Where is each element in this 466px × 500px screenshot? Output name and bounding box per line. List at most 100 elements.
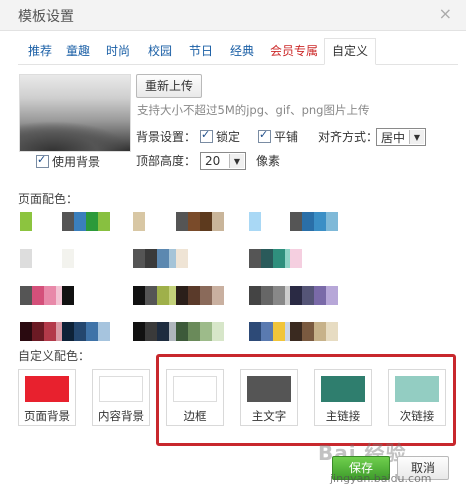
color-swatch <box>350 322 362 341</box>
color-swatch <box>200 286 212 305</box>
color-swatch <box>236 322 248 341</box>
color-swatch <box>249 212 261 231</box>
color-swatch <box>133 212 145 231</box>
color-palette-option[interactable] <box>290 212 362 231</box>
color-swatch <box>273 249 285 268</box>
tab-member[interactable]: 会员专属 <box>270 42 318 59</box>
color-swatch <box>62 212 74 231</box>
color-swatch <box>20 286 32 305</box>
color-palette-option[interactable] <box>290 286 362 305</box>
color-swatch <box>20 249 32 268</box>
color-palette-option[interactable] <box>176 249 248 268</box>
color-swatch <box>290 212 302 231</box>
color-palette-option[interactable] <box>176 322 248 341</box>
color-swatch <box>133 322 145 341</box>
color-swatch <box>350 212 362 231</box>
align-label: 对齐方式： <box>318 130 379 144</box>
color-swatch <box>212 322 224 341</box>
color-palette-option[interactable] <box>62 249 134 268</box>
custom-color-item[interactable]: 页面背景 <box>18 369 76 426</box>
color-palette-option[interactable] <box>62 322 134 341</box>
color-swatch <box>133 286 145 305</box>
color-swatch <box>338 212 350 231</box>
color-swatch <box>261 212 273 231</box>
color-swatch <box>98 212 110 231</box>
tab-childlike[interactable]: 童趣 <box>66 42 90 59</box>
chevron-down-icon: ▼ <box>229 154 244 168</box>
color-swatch <box>261 286 273 305</box>
checkbox-icon[interactable] <box>200 128 213 143</box>
color-palette-option[interactable] <box>290 249 362 268</box>
color-palette-option[interactable] <box>176 286 248 305</box>
color-swatch <box>314 286 326 305</box>
color-swatch <box>44 212 56 231</box>
color-swatch <box>176 212 188 231</box>
color-swatch <box>273 212 285 231</box>
align-select[interactable]: 居中 ▼ <box>376 128 426 146</box>
color-swatch <box>302 322 314 341</box>
use-background-label: 使用背景 <box>52 155 101 169</box>
color-swatch <box>212 286 224 305</box>
color-swatch <box>314 212 326 231</box>
color-swatch <box>224 322 236 341</box>
highlight-annotation-box <box>156 354 456 446</box>
tab-festival[interactable]: 节日 <box>189 42 213 59</box>
tab-recommend[interactable]: 推荐 <box>28 42 52 59</box>
tab-campus[interactable]: 校园 <box>148 42 172 59</box>
color-swatch <box>236 249 248 268</box>
color-swatch <box>273 286 285 305</box>
color-palette-option[interactable] <box>62 212 134 231</box>
color-swatch <box>32 322 44 341</box>
tab-custom[interactable]: 自定义 <box>324 38 377 65</box>
custom-colors-heading: 自定义配色： <box>18 349 91 363</box>
color-swatch <box>32 286 44 305</box>
color-swatch <box>32 249 44 268</box>
color-swatch[interactable] <box>25 376 69 402</box>
color-swatch <box>326 212 338 231</box>
color-swatch <box>74 322 86 341</box>
color-swatch <box>236 212 248 231</box>
checkbox-icon[interactable] <box>36 153 49 168</box>
color-swatch <box>157 322 169 341</box>
color-swatch <box>224 212 236 231</box>
color-swatch <box>176 322 188 341</box>
color-swatch <box>98 249 110 268</box>
color-swatch <box>338 322 350 341</box>
color-swatch <box>188 286 200 305</box>
custom-color-item[interactable]: 内容背景 <box>92 369 150 426</box>
color-swatch <box>302 212 314 231</box>
color-palette-option[interactable] <box>290 322 362 341</box>
color-swatch <box>350 249 362 268</box>
color-swatch <box>86 286 98 305</box>
color-swatch <box>200 212 212 231</box>
close-icon[interactable]: × <box>439 4 452 23</box>
tab-classic[interactable]: 经典 <box>230 42 254 59</box>
color-swatch <box>110 286 122 305</box>
top-height-select[interactable]: 20 ▼ <box>200 152 246 170</box>
lock-label: 锁定 <box>216 130 241 144</box>
checkbox-icon[interactable] <box>258 128 271 143</box>
color-swatch <box>157 212 169 231</box>
color-palette-option[interactable] <box>176 212 248 231</box>
tab-fashion[interactable]: 时尚 <box>106 42 130 59</box>
tile-label: 平铺 <box>274 130 299 144</box>
color-swatch <box>145 322 157 341</box>
color-swatch <box>86 322 98 341</box>
use-background-checkbox[interactable]: 使用背景 <box>36 153 100 170</box>
color-swatch[interactable] <box>99 376 143 402</box>
reupload-button[interactable]: 重新上传 <box>136 74 202 98</box>
color-swatch <box>350 286 362 305</box>
color-palette-option[interactable] <box>62 286 134 305</box>
lock-checkbox[interactable]: 锁定 <box>200 128 240 145</box>
dialog-titlebar: 模板设置 × <box>0 0 466 31</box>
color-swatch <box>224 286 236 305</box>
color-swatch <box>62 322 74 341</box>
color-swatch <box>314 322 326 341</box>
background-settings-row: 背景设置： 锁定 平铺 对齐方式： 居中 ▼ <box>136 128 456 146</box>
tile-checkbox[interactable]: 平铺 <box>258 128 298 145</box>
color-swatch <box>273 322 285 341</box>
color-swatch <box>302 286 314 305</box>
color-swatch <box>157 249 169 268</box>
color-swatch <box>98 286 110 305</box>
color-swatch <box>200 322 212 341</box>
